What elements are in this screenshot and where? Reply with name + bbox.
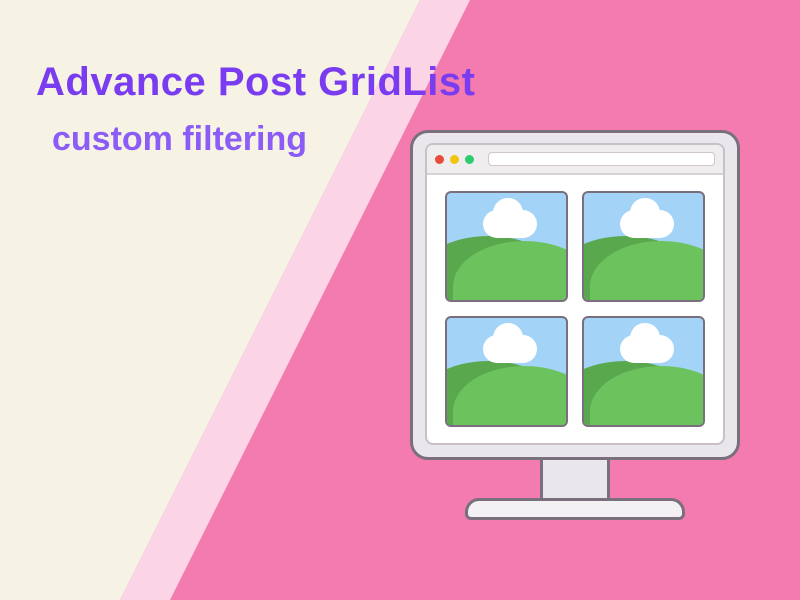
cloud-icon bbox=[483, 210, 538, 238]
monitor-illustration bbox=[410, 130, 740, 520]
url-bar bbox=[488, 152, 715, 166]
promo-banner: Advance Post GridList custom filtering bbox=[0, 0, 800, 600]
thumbnail bbox=[582, 191, 705, 302]
close-icon bbox=[435, 155, 444, 164]
banner-title: Advance Post GridList bbox=[36, 60, 475, 105]
minimize-icon bbox=[450, 155, 459, 164]
thumbnail bbox=[445, 316, 568, 427]
maximize-icon bbox=[465, 155, 474, 164]
cloud-icon bbox=[620, 210, 675, 238]
cloud-icon bbox=[620, 335, 675, 363]
thumbnail-grid bbox=[427, 175, 723, 443]
thumbnail bbox=[582, 316, 705, 427]
cloud-icon bbox=[483, 335, 538, 363]
monitor-frame bbox=[410, 130, 740, 460]
monitor-neck bbox=[540, 458, 610, 498]
browser-window bbox=[425, 143, 725, 445]
thumbnail bbox=[445, 191, 568, 302]
browser-titlebar bbox=[427, 145, 723, 175]
monitor-base bbox=[465, 498, 685, 520]
banner-subtitle: custom filtering bbox=[52, 120, 307, 159]
